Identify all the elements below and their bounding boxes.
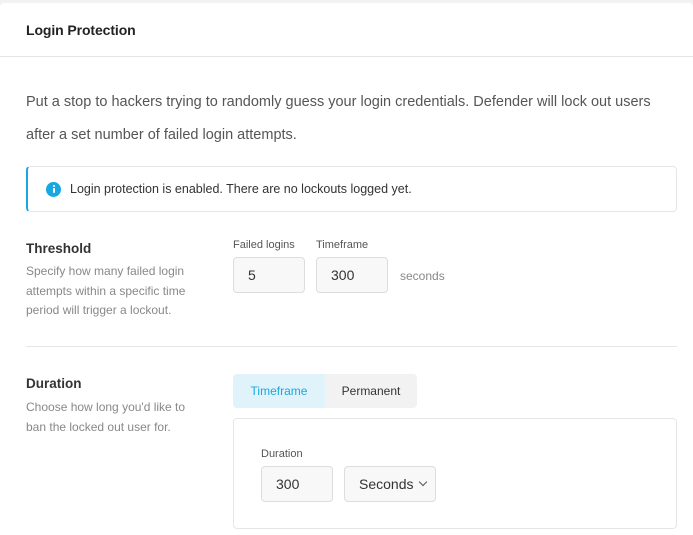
info-icon — [46, 181, 61, 197]
duration-unit-value: Seconds — [359, 476, 414, 492]
timeframe-unit: seconds — [400, 269, 445, 283]
failed-logins-label: Failed logins — [233, 239, 295, 251]
intro-text: Put a stop to hackers trying to randomly… — [26, 94, 651, 143]
duration-field-label: Duration — [261, 448, 303, 460]
tab-timeframe[interactable]: Timeframe — [233, 374, 325, 408]
panel-header: Login Protection — [0, 3, 693, 57]
timeframe-input[interactable]: 300 — [316, 257, 388, 293]
login-protection-panel: Login Protection Put a stop to hackers t… — [0, 3, 693, 535]
status-notice: Login protection is enabled. There are n… — [26, 166, 677, 212]
threshold-title: Threshold — [26, 241, 92, 256]
duration-input[interactable]: 300 — [261, 466, 333, 502]
duration-settings-box: Duration 300 Seconds — [233, 418, 677, 529]
duration-tabs: Timeframe Permanent — [233, 374, 417, 408]
timeframe-label: Timeframe — [316, 239, 369, 251]
duration-unit-select[interactable]: Seconds — [344, 466, 436, 502]
tab-permanent[interactable]: Permanent — [325, 374, 417, 408]
duration-description: Choose how long you'd like to ban the lo… — [26, 400, 186, 434]
threshold-description: Specify how many failed login attempts w… — [26, 264, 186, 317]
failed-logins-input[interactable]: 5 — [233, 257, 305, 293]
notice-text: Login protection is enabled. There are n… — [70, 182, 412, 196]
duration-title: Duration — [26, 376, 82, 391]
chevron-down-icon — [419, 477, 428, 487]
page-title: Login Protection — [26, 21, 136, 38]
section-divider — [26, 346, 677, 347]
